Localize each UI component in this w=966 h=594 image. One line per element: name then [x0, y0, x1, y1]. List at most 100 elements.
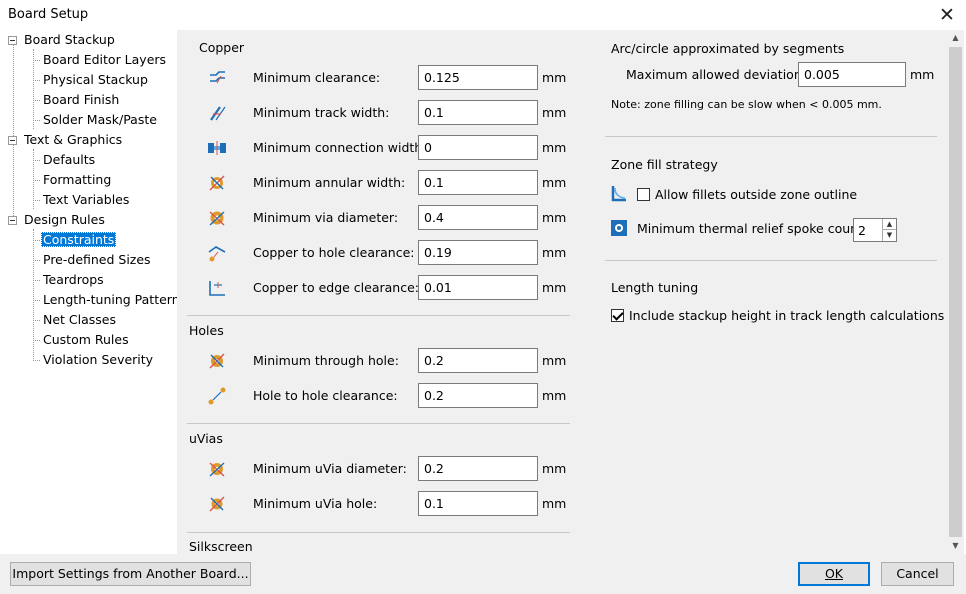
- rule-value-input[interactable]: [418, 65, 538, 90]
- tree-item[interactable]: Physical Stackup: [33, 70, 150, 90]
- track-width-icon: [210, 106, 226, 121]
- tree-item-label: Length-tuning Patterns: [43, 292, 177, 307]
- tree-item[interactable]: Solder Mask/Paste: [33, 110, 159, 130]
- annular-width-icon: [209, 175, 225, 191]
- cancel-button[interactable]: Cancel: [881, 562, 954, 586]
- tree-item[interactable]: Board Editor Layers: [33, 50, 168, 70]
- tree-item[interactable]: Net Classes: [33, 310, 118, 330]
- settings-tree: Board Stackup Board Editor Layers Physical…: [0, 30, 177, 554]
- rule-unit: mm: [542, 353, 567, 368]
- scroll-thumb[interactable]: [949, 47, 962, 537]
- rule-value-input[interactable]: [418, 170, 538, 195]
- rule-value-input[interactable]: [418, 348, 538, 373]
- tree-item[interactable]: Design Rules: [8, 210, 107, 230]
- rule-row: Minimum uVia diameter: mm: [177, 456, 597, 482]
- spoke-count-spinner[interactable]: 2 ▲ ▼: [853, 218, 897, 242]
- rule-value-input[interactable]: [418, 491, 538, 516]
- rule-value-input[interactable]: [418, 240, 538, 265]
- rule-label: Copper to edge clearance:: [253, 280, 419, 295]
- rule-label: Minimum via diameter:: [253, 210, 399, 225]
- rule-row: Minimum connection width: mm: [177, 135, 597, 161]
- rule-row: Hole to hole clearance: mm: [177, 383, 597, 409]
- rule-unit: mm: [542, 140, 567, 155]
- vertical-scrollbar[interactable]: ▲ ▼: [947, 30, 964, 554]
- tree-item-label: Physical Stackup: [43, 72, 148, 87]
- rule-label: Minimum connection width:: [253, 140, 427, 155]
- stackup-height-label[interactable]: Include stackup height in track length c…: [629, 308, 944, 323]
- tree-item[interactable]: Defaults: [33, 150, 97, 170]
- close-icon[interactable]: ✕: [934, 2, 960, 28]
- rule-row: Minimum track width: mm: [177, 100, 597, 126]
- tree-connector: [33, 260, 40, 261]
- rule-row: Minimum uVia hole: mm: [177, 491, 597, 517]
- tree-item[interactable]: Violation Severity: [33, 350, 155, 370]
- edge-clearance-icon: [209, 281, 225, 296]
- rule-unit: mm: [542, 105, 567, 120]
- allow-fillets-checkbox[interactable]: [636, 188, 650, 201]
- tree-connector: [33, 60, 40, 61]
- collapse-icon[interactable]: [8, 136, 17, 145]
- max-deviation-label: Maximum allowed deviation:: [626, 67, 806, 82]
- tree-connector: [33, 180, 40, 181]
- holes-section-title: Holes: [189, 323, 224, 338]
- tree-item-label: Net Classes: [43, 312, 117, 327]
- tree-item[interactable]: Custom Rules: [33, 330, 131, 350]
- rule-label: Minimum through hole:: [253, 353, 399, 368]
- hole-clearance-icon: [208, 246, 226, 262]
- tree-item-label: Custom Rules: [43, 332, 129, 347]
- rule-value-input[interactable]: [418, 205, 538, 230]
- rule-label: Minimum uVia hole:: [253, 496, 378, 511]
- spoke-count-label: Minimum thermal relief spoke count:: [636, 221, 868, 236]
- rule-unit: mm: [542, 280, 567, 295]
- divider: [187, 423, 570, 424]
- rule-unit: mm: [542, 175, 567, 190]
- tree-item[interactable]: Length-tuning Patterns: [33, 290, 177, 310]
- scroll-down-icon[interactable]: ▼: [947, 538, 964, 554]
- tree-item[interactable]: Pre-defined Sizes: [33, 250, 153, 270]
- spin-up-icon[interactable]: ▲: [883, 219, 896, 230]
- scroll-up-icon[interactable]: ▲: [947, 30, 964, 46]
- via-diameter-icon: [209, 211, 225, 226]
- rule-unit: mm: [542, 70, 567, 85]
- allow-fillets-label[interactable]: Allow fillets outside zone outline: [655, 187, 857, 202]
- tree-item[interactable]: Board Stackup: [8, 30, 117, 50]
- connection-width-icon: [208, 141, 226, 155]
- rule-label: Minimum uVia diameter:: [253, 461, 407, 476]
- tree-item[interactable]: Text Variables: [33, 190, 131, 210]
- tree-item[interactable]: Board Finish: [33, 90, 121, 110]
- tree-item-label: Board Stackup: [24, 32, 115, 47]
- rule-row: Minimum via diameter: mm: [177, 205, 597, 231]
- rule-row: Copper to hole clearance: mm: [177, 240, 597, 266]
- collapse-icon[interactable]: [8, 36, 17, 45]
- rule-unit: mm: [542, 210, 567, 225]
- rule-value-input[interactable]: [418, 100, 538, 125]
- collapse-icon[interactable]: [8, 216, 17, 225]
- tree-item[interactable]: Text & Graphics: [8, 130, 124, 150]
- tree-connector: [33, 360, 40, 361]
- rule-value-input[interactable]: [418, 456, 538, 481]
- max-deviation-input[interactable]: [798, 62, 906, 87]
- rule-value-input[interactable]: [418, 135, 538, 160]
- tree-item[interactable]: Teardrops: [33, 270, 106, 290]
- tree-connector: [33, 280, 40, 281]
- stackup-height-checkbox[interactable]: [611, 309, 624, 322]
- fillet-icon: [611, 186, 626, 202]
- import-settings-button[interactable]: Import Settings from Another Board...: [10, 562, 251, 586]
- tree-item-label: Formatting: [43, 172, 112, 187]
- hole-to-hole-icon: [208, 387, 226, 405]
- tree-connector: [33, 240, 40, 241]
- rule-label: Copper to hole clearance:: [253, 245, 415, 260]
- window-title: Board Setup: [8, 7, 89, 22]
- tree-item[interactable]: Constraints: [33, 230, 117, 250]
- tree-item-label: Solder Mask/Paste: [43, 112, 157, 127]
- uvia-diameter-icon: [209, 462, 225, 477]
- spoke-count-value: 2: [858, 223, 866, 238]
- spin-down-icon[interactable]: ▼: [883, 230, 896, 241]
- tree-connector: [13, 45, 14, 220]
- ok-button[interactable]: OK: [798, 562, 870, 586]
- rule-value-input[interactable]: [418, 383, 538, 408]
- tree-item[interactable]: Formatting: [33, 170, 113, 190]
- fillets-row: Allow fillets outside zone outline: [611, 185, 857, 202]
- rule-value-input[interactable]: [418, 275, 538, 300]
- divider: [187, 532, 570, 533]
